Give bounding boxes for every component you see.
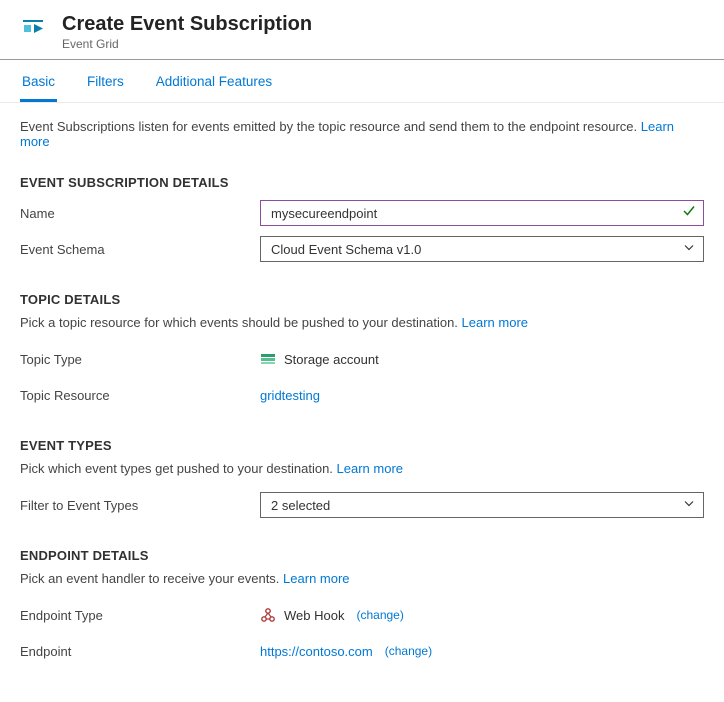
label-name: Name xyxy=(20,206,260,221)
webhook-icon xyxy=(260,607,276,623)
topic-details-desc-text: Pick a topic resource for which events s… xyxy=(20,315,462,330)
page-title: Create Event Subscription xyxy=(62,12,312,36)
event-types-learn-more-link[interactable]: Learn more xyxy=(337,461,403,476)
section-topic-details-title: TOPIC DETAILS xyxy=(20,292,704,307)
topic-details-desc: Pick a topic resource for which events s… xyxy=(20,315,704,330)
event-grid-icon xyxy=(20,14,48,42)
filter-event-types-select[interactable]: 2 selected xyxy=(260,492,704,518)
row-topic-type: Topic Type Storage account xyxy=(20,344,704,374)
endpoint-type-change-link[interactable]: (change) xyxy=(356,608,403,622)
event-schema-value: Cloud Event Schema v1.0 xyxy=(271,242,421,257)
endpoint-type-value: Web Hook xyxy=(284,608,344,623)
event-schema-select[interactable]: Cloud Event Schema v1.0 xyxy=(260,236,704,262)
tab-filters[interactable]: Filters xyxy=(85,68,126,102)
endpoint-change-link[interactable]: (change) xyxy=(385,644,432,658)
section-endpoint-details-title: ENDPOINT DETAILS xyxy=(20,548,704,563)
label-topic-resource: Topic Resource xyxy=(20,388,260,403)
event-types-desc-text: Pick which event types get pushed to you… xyxy=(20,461,337,476)
topic-resource-link[interactable]: gridtesting xyxy=(260,388,320,403)
row-event-schema: Event Schema Cloud Event Schema v1.0 xyxy=(20,234,704,264)
page-subtitle: Event Grid xyxy=(62,37,312,51)
topic-learn-more-link[interactable]: Learn more xyxy=(462,315,528,330)
row-name: Name xyxy=(20,198,704,228)
section-subscription-details-title: EVENT SUBSCRIPTION DETAILS xyxy=(20,175,704,190)
check-icon xyxy=(682,204,696,223)
name-input[interactable] xyxy=(260,200,704,226)
endpoint-details-desc: Pick an event handler to receive your ev… xyxy=(20,571,704,586)
intro-text-body: Event Subscriptions listen for events em… xyxy=(20,119,641,134)
row-topic-resource: Topic Resource gridtesting xyxy=(20,380,704,410)
chevron-down-icon xyxy=(683,498,695,513)
topic-type-value: Storage account xyxy=(284,352,379,367)
chevron-down-icon xyxy=(683,242,695,257)
label-filter-event-types: Filter to Event Types xyxy=(20,498,260,513)
content: Event Subscriptions listen for events em… xyxy=(0,103,724,688)
filter-event-types-value: 2 selected xyxy=(271,498,330,513)
label-topic-type: Topic Type xyxy=(20,352,260,367)
endpoint-url-link[interactable]: https://contoso.com xyxy=(260,644,373,659)
endpoint-details-desc-text: Pick an event handler to receive your ev… xyxy=(20,571,283,586)
intro-text: Event Subscriptions listen for events em… xyxy=(20,119,704,149)
section-event-types-title: EVENT TYPES xyxy=(20,438,704,453)
tabs: Basic Filters Additional Features xyxy=(0,60,724,103)
label-endpoint-type: Endpoint Type xyxy=(20,608,260,623)
row-endpoint-type: Endpoint Type Web Hook (change) xyxy=(20,600,704,630)
row-endpoint: Endpoint https://contoso.com (change) xyxy=(20,636,704,666)
row-filter-event-types: Filter to Event Types 2 selected xyxy=(20,490,704,520)
endpoint-learn-more-link[interactable]: Learn more xyxy=(283,571,349,586)
label-event-schema: Event Schema xyxy=(20,242,260,257)
event-types-desc: Pick which event types get pushed to you… xyxy=(20,461,704,476)
page-header: Create Event Subscription Event Grid xyxy=(0,0,724,60)
tab-basic[interactable]: Basic xyxy=(20,68,57,102)
label-endpoint: Endpoint xyxy=(20,644,260,659)
tab-additional-features[interactable]: Additional Features xyxy=(154,68,274,102)
storage-account-icon xyxy=(260,351,276,367)
